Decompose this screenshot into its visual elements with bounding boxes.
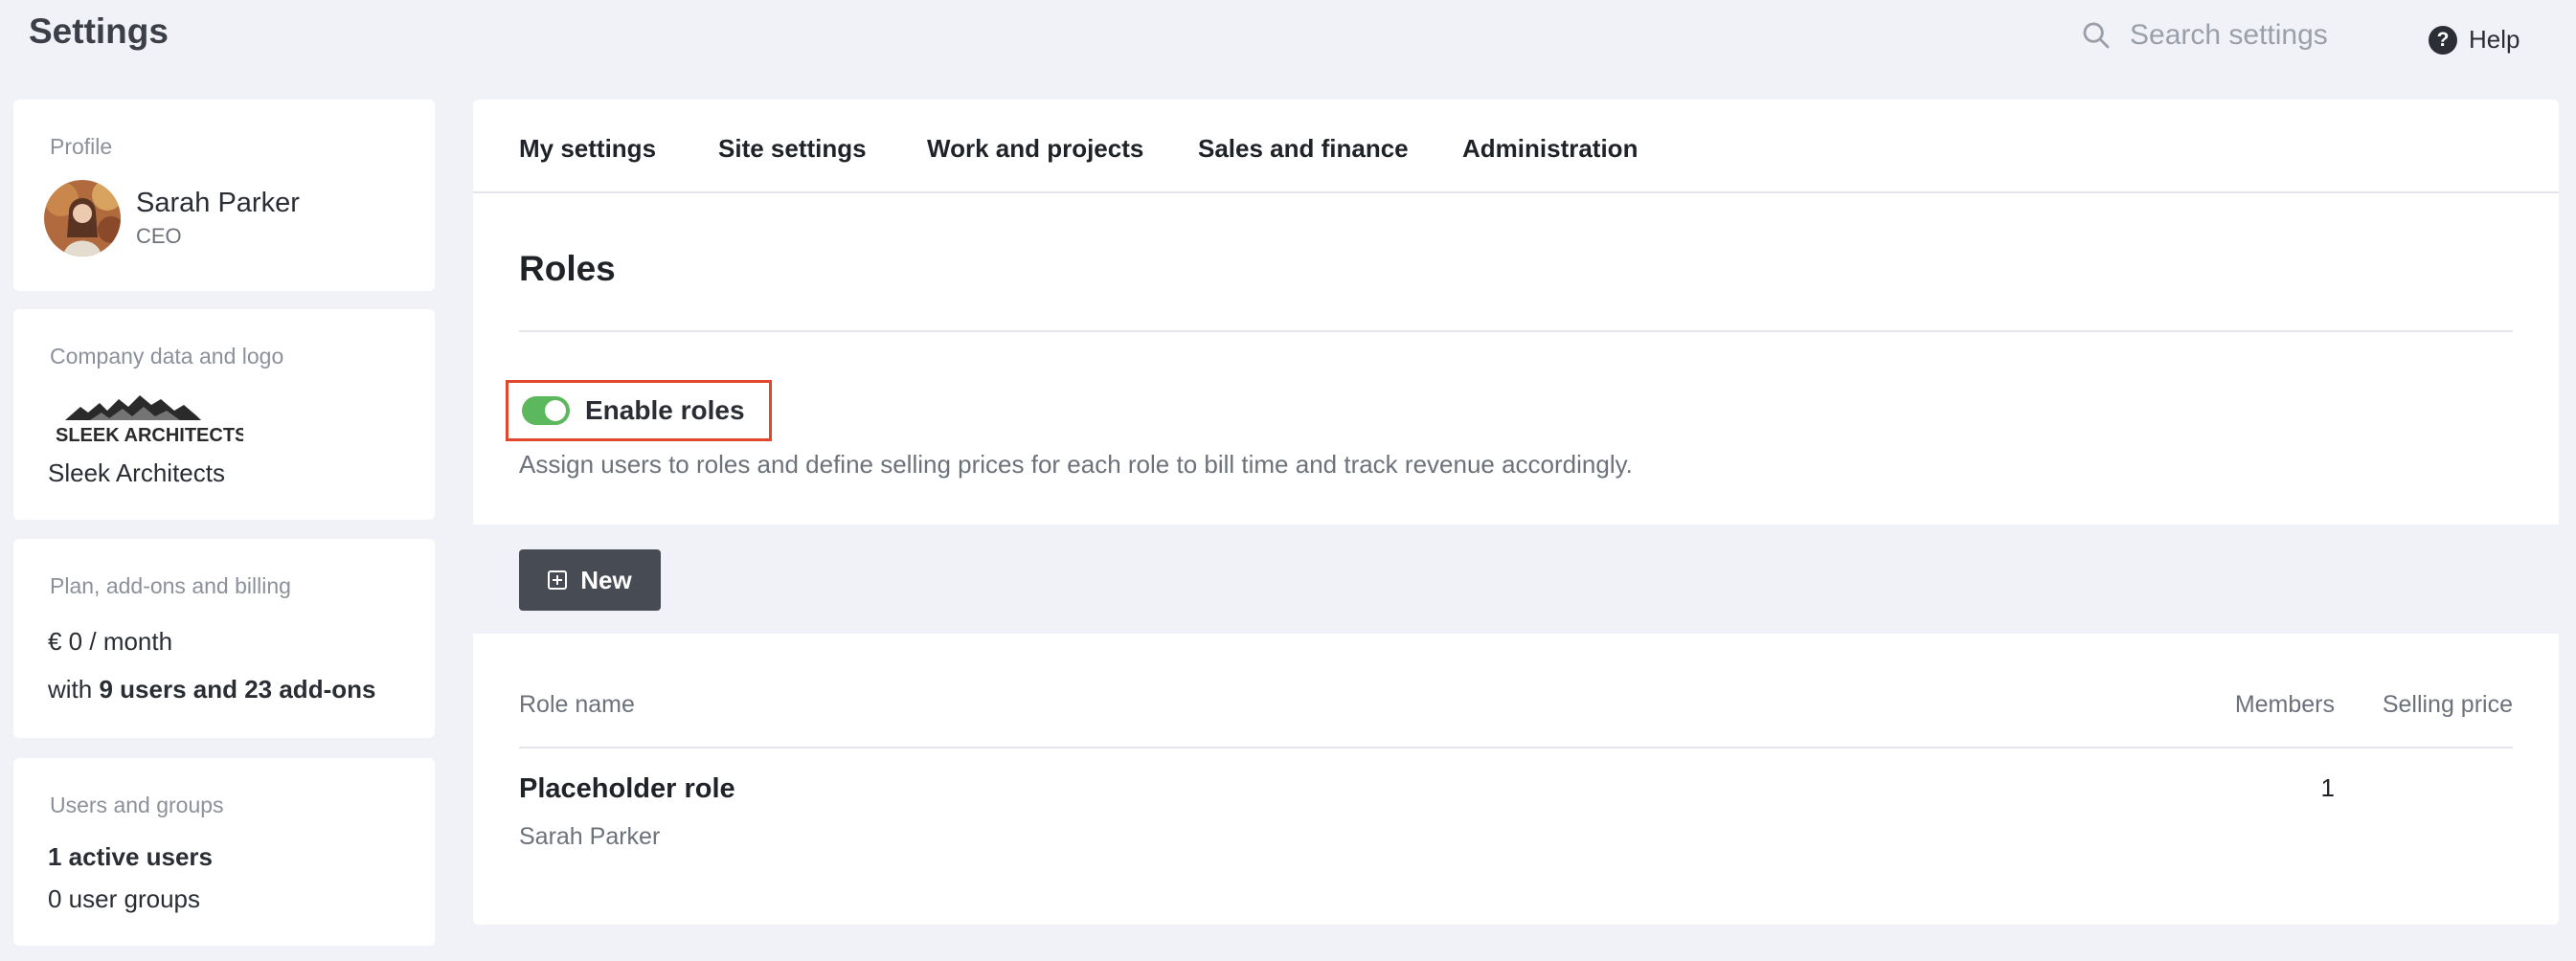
role-row-members: 1 bbox=[2320, 773, 2335, 802]
svg-text:SLEEK ARCHITECTS: SLEEK ARCHITECTS bbox=[56, 425, 243, 445]
roles-description: Assign users to roles and define selling… bbox=[519, 450, 1633, 479]
toggle-label: Enable roles bbox=[585, 395, 745, 425]
user-groups-count: 0 user groups bbox=[48, 884, 200, 913]
company-logo: SLEEK ARCHITECTS bbox=[52, 391, 247, 450]
tab-administration[interactable]: Administration bbox=[1462, 134, 1638, 164]
profile-title: CEO bbox=[136, 224, 182, 248]
role-row-name[interactable]: Placeholder role bbox=[519, 773, 735, 805]
plan-price: € 0 / month bbox=[48, 627, 173, 656]
tab-site-settings[interactable]: Site settings bbox=[718, 134, 867, 164]
company-card[interactable]: Company data and logo SLEEK ARCHITECTS S… bbox=[13, 309, 435, 520]
plan-users: with 9 users and 23 add-ons bbox=[48, 675, 376, 704]
enable-roles-toggle[interactable]: Enable roles bbox=[506, 380, 772, 441]
tab-work-and-projects[interactable]: Work and projects bbox=[927, 134, 1143, 164]
users-groups-caption: Users and groups bbox=[50, 793, 224, 817]
column-header-selling-price[interactable]: Selling price bbox=[2383, 691, 2513, 719]
toolbar bbox=[473, 525, 2559, 634]
company-caption: Company data and logo bbox=[50, 344, 284, 369]
settings-panel: My settings Site settings Work and proje… bbox=[473, 100, 2559, 925]
help-label: Help bbox=[2469, 25, 2520, 54]
help-button[interactable]: ? Help bbox=[2429, 25, 2520, 55]
plan-caption: Plan, add-ons and billing bbox=[50, 573, 291, 598]
tab-my-settings[interactable]: My settings bbox=[519, 134, 656, 164]
search-icon bbox=[2083, 22, 2110, 49]
section-title: Roles bbox=[519, 249, 616, 288]
column-header-members[interactable]: Members bbox=[2235, 691, 2335, 719]
active-users-count: 1 active users bbox=[48, 842, 214, 871]
plus-square-icon bbox=[548, 570, 568, 590]
toggle-knob bbox=[545, 400, 566, 421]
search-bar[interactable] bbox=[2080, 19, 2379, 52]
settings-tabs: My settings Site settings Work and proje… bbox=[473, 100, 2559, 193]
tab-sales-and-finance[interactable]: Sales and finance bbox=[1198, 134, 1409, 164]
role-row-user: Sarah Parker bbox=[519, 823, 661, 850]
profile-caption: Profile bbox=[50, 134, 113, 159]
profile-card[interactable]: Profile Sarah Parker CEO bbox=[13, 100, 435, 291]
search-input[interactable] bbox=[2130, 19, 2379, 52]
column-header-role-name[interactable]: Role name bbox=[519, 691, 635, 719]
toggle-switch[interactable] bbox=[522, 396, 570, 425]
page-title: Settings bbox=[29, 11, 169, 51]
help-icon: ? bbox=[2429, 25, 2457, 55]
new-role-button[interactable]: New bbox=[519, 549, 661, 611]
profile-name: Sarah Parker bbox=[136, 188, 300, 218]
plan-card[interactable]: Plan, add-ons and billing € 0 / month wi… bbox=[13, 539, 435, 738]
avatar bbox=[44, 180, 121, 257]
users-groups-card[interactable]: Users and groups 1 active users 0 user g… bbox=[13, 758, 435, 946]
table-divider bbox=[519, 747, 2513, 749]
new-button-label: New bbox=[580, 565, 632, 594]
company-name: Sleek Architects bbox=[48, 458, 225, 487]
divider bbox=[519, 330, 2513, 332]
